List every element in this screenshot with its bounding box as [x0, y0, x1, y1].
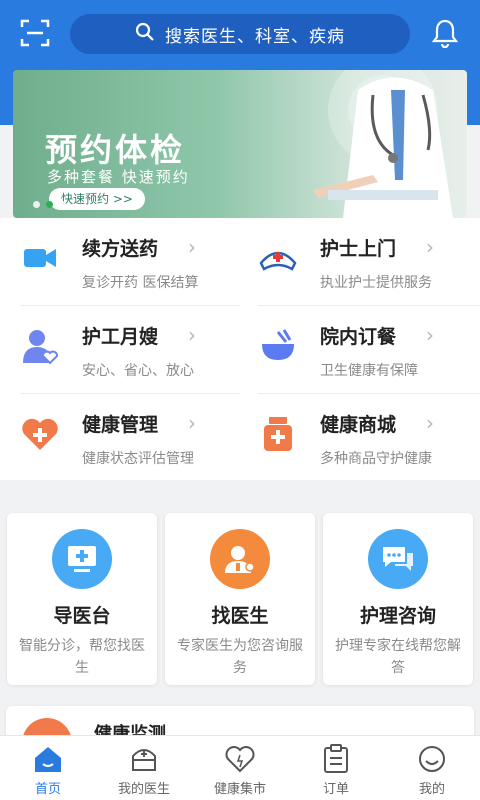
services-grid: 续方送药 › 复诊开药 医保结算 护士上门 › 执业护士提供服务 护工月嫂 › … — [0, 218, 480, 480]
service-desc: 安心、省心、放心 — [82, 363, 194, 379]
banner-title: 预约体检 — [45, 131, 186, 169]
chevron-right-icon: › — [426, 323, 434, 347]
service-desc: 复诊开药 医保结算 — [82, 275, 199, 291]
service-name: 续方送药 — [82, 238, 159, 260]
card-title: 导医台 — [53, 605, 111, 627]
banner-subtitle: 多种套餐 快速预约 — [47, 168, 190, 186]
card-find-doctor[interactable]: 找医生 专家医生为您咨询服务 — [165, 513, 315, 685]
smile-icon — [417, 744, 447, 774]
chevron-right-icon: › — [188, 323, 196, 347]
service-name: 院内订餐 — [320, 326, 397, 348]
service-item-nurse-visit[interactable]: 护士上门 › 执业护士提供服务 — [258, 218, 478, 304]
doctor-illustration — [313, 70, 453, 218]
scan-icon[interactable] — [20, 18, 50, 48]
heart-plus-icon — [20, 414, 60, 454]
chevron-right-icon: › — [188, 235, 196, 259]
chevron-right-icon: › — [426, 411, 434, 435]
card-title: 护理咨询 — [359, 605, 436, 627]
doctor-bag-icon — [129, 744, 159, 774]
tab-label: 我的 — [418, 782, 445, 797]
service-item-health-mall[interactable]: 健康商城 › 多种商品守护健康 — [258, 394, 478, 480]
service-desc: 健康状态评估管理 — [82, 451, 194, 467]
video-camera-icon — [20, 238, 60, 278]
service-name: 护工月嫂 — [82, 326, 159, 348]
service-item-meal-order[interactable]: 院内订餐 › 卫生健康有保障 — [258, 306, 478, 392]
clipboard-icon — [321, 744, 351, 774]
card-nursing-consult[interactable]: 护理咨询 护理专家在线帮您解答 — [323, 513, 473, 685]
tab-my-doctor[interactable]: 我的医生 — [96, 736, 192, 800]
bottom-tab-bar: 首页 我的医生 健康集市 订单 我的 — [0, 735, 480, 800]
pagination-dot-active[interactable] — [46, 201, 53, 208]
doctor-icon — [210, 529, 270, 589]
service-name: 健康管理 — [82, 414, 159, 436]
nurse-cap-icon — [258, 238, 298, 278]
card-desc: 智能分诊，帮您找医生 — [19, 638, 145, 676]
service-item-prescription[interactable]: 续方送药 › 复诊开药 医保结算 — [20, 218, 240, 304]
tab-label: 我的医生 — [117, 782, 170, 797]
service-desc: 执业护士提供服务 — [320, 275, 432, 291]
heart-icon — [225, 744, 255, 774]
service-item-caregiver[interactable]: 护工月嫂 › 安心、省心、放心 — [20, 306, 240, 392]
chevron-right-icon: › — [426, 235, 434, 259]
tab-health-market[interactable]: 健康集市 — [192, 736, 288, 800]
pagination-dot[interactable] — [59, 201, 66, 208]
chevron-right-icon: › — [188, 411, 196, 435]
monitor-icon — [52, 529, 112, 589]
service-item-health-management[interactable]: 健康管理 › 健康状态评估管理 — [20, 394, 240, 480]
service-name: 护士上门 — [320, 238, 397, 260]
service-name: 健康商城 — [320, 414, 397, 436]
service-desc: 卫生健康有保障 — [320, 363, 418, 379]
card-desc: 专家医生为您咨询服务 — [177, 638, 303, 676]
card-guide-desk[interactable]: 导医台 智能分诊，帮您找医生 — [7, 513, 157, 685]
tab-label: 健康集市 — [213, 782, 266, 797]
tab-label: 首页 — [34, 782, 61, 797]
tab-orders[interactable]: 订单 — [288, 736, 384, 800]
card-title: 找医生 — [211, 605, 269, 627]
tab-home[interactable]: 首页 — [0, 736, 96, 800]
service-desc: 多种商品守护健康 — [320, 451, 432, 467]
banner-pagination — [33, 201, 66, 208]
home-icon — [33, 744, 63, 774]
tab-mine[interactable]: 我的 — [384, 736, 480, 800]
bowl-icon — [258, 326, 298, 366]
search-bar[interactable]: 搜索医生、科室、疾病 — [70, 14, 410, 54]
tab-label: 订单 — [322, 782, 349, 797]
caregiver-icon — [20, 326, 60, 366]
search-icon — [135, 22, 155, 46]
chat-icon — [368, 529, 428, 589]
pagination-dot[interactable] — [33, 201, 40, 208]
search-placeholder: 搜索医生、科室、疾病 — [165, 26, 345, 47]
promo-banner[interactable]: 预约体检 多种套餐 快速预约 快速预约 >> — [13, 70, 467, 218]
medicine-bottle-icon — [258, 414, 298, 454]
bell-icon[interactable] — [430, 18, 460, 49]
card-desc: 护理专家在线帮您解答 — [335, 638, 461, 676]
